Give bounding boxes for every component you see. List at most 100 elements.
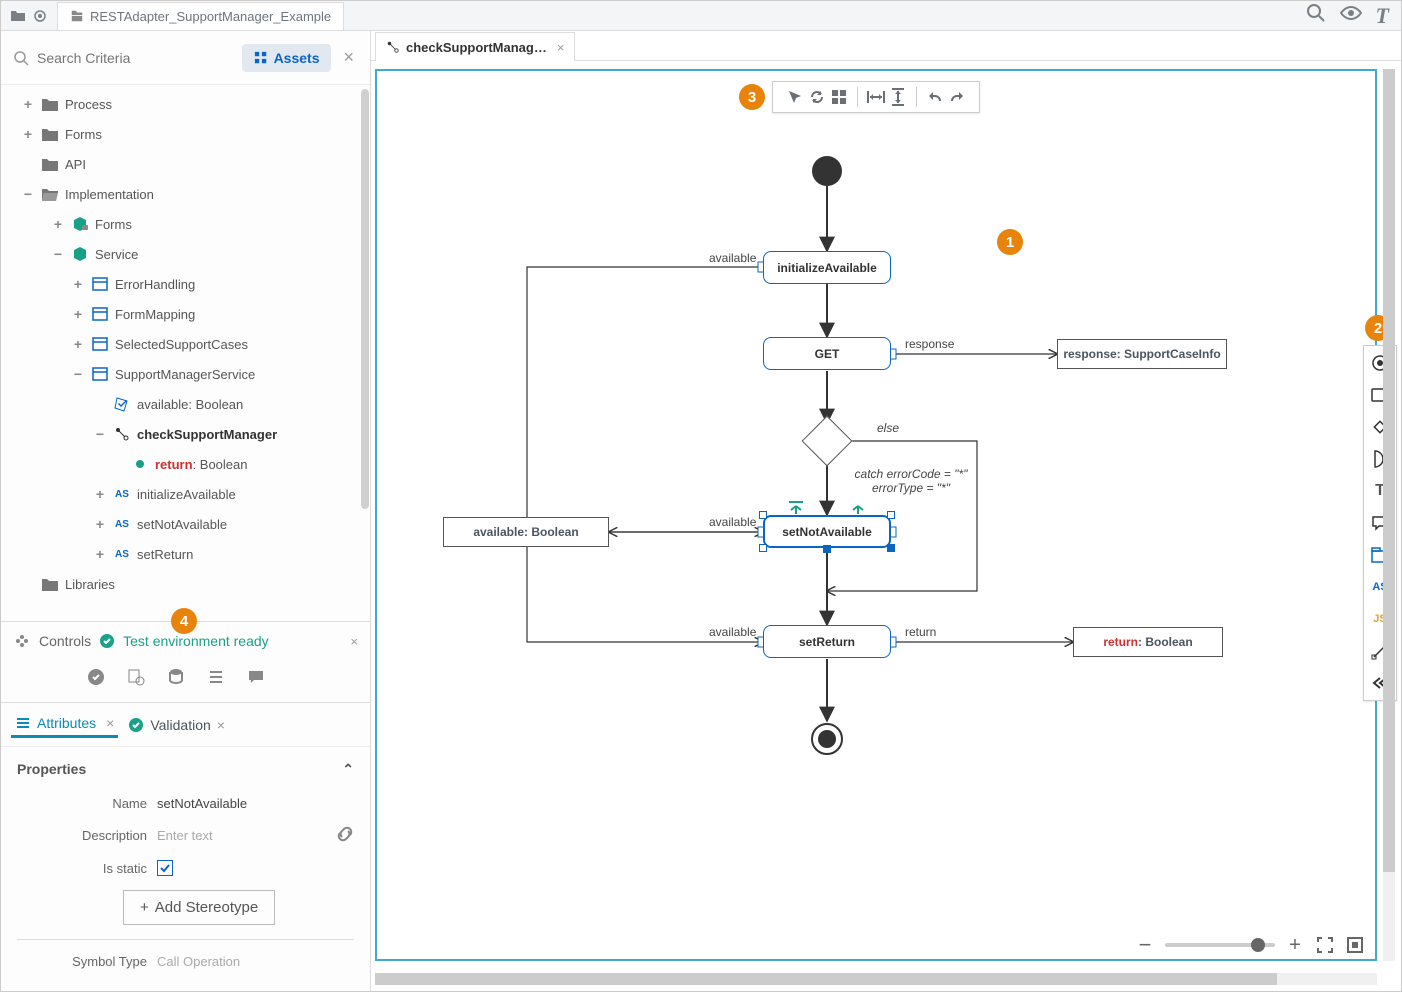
tree-service[interactable]: − Service [1,239,370,269]
expand-icon[interactable]: + [21,96,35,112]
expand-icon[interactable]: + [93,486,107,502]
tree-label: FormMapping [115,307,195,322]
expand-icon[interactable]: + [93,546,107,562]
expand-icon[interactable]: + [21,126,35,142]
zoom-slider[interactable] [1165,943,1275,947]
checkbox[interactable] [157,860,173,876]
flow-diagram: initializeAvailable GET setNotAvailable … [377,71,1375,959]
node-label: initializeAvailable [777,261,877,275]
properties-header[interactable]: Properties ⌃ [17,761,354,778]
search-input[interactable] [37,50,234,66]
tree-sm-service[interactable]: − SupportManagerService [1,359,370,389]
tree-check-sm[interactable]: − checkSupportManager [1,419,370,449]
folder-icon[interactable] [7,5,29,27]
project-icon [70,9,84,23]
return-icon [131,455,149,473]
node-label: setNotAvailable [782,525,872,539]
selection-handle[interactable] [887,544,895,552]
node-set-return[interactable]: setReturn [763,625,891,658]
zoom-in-icon[interactable]: + [1285,935,1305,955]
collapse-icon[interactable]: − [71,366,85,382]
search-bar: Assets × [1,31,370,85]
tab-label: checkSupportManag… [406,40,547,55]
comment-icon[interactable] [247,668,267,688]
tree-scrollbar[interactable] [361,89,369,509]
gear-icon[interactable] [29,5,51,27]
zoom-out-icon[interactable]: − [1135,935,1155,955]
expand-icon[interactable]: + [71,306,85,322]
list-icon[interactable] [207,668,227,688]
tree-process[interactable]: + Process [1,89,370,119]
diagram-canvas[interactable]: 3 [375,69,1377,961]
tree-label: checkSupportManager [137,427,277,442]
tree-forms[interactable]: + Forms [1,119,370,149]
assets-button[interactable]: Assets [242,44,332,72]
node-get[interactable]: GET [763,337,891,370]
tree-set-not-available[interactable]: + AS setNotAvailable [1,509,370,539]
close-icon[interactable]: × [557,40,565,55]
horizontal-scrollbar[interactable] [375,973,1377,985]
tab-validation[interactable]: Validation × [124,713,229,737]
tree-set-return[interactable]: + AS setReturn [1,539,370,569]
add-stereotype-button[interactable]: + Add Stereotype [123,890,275,925]
pin-return[interactable]: return: Boolean [1073,627,1223,657]
fit-icon[interactable] [1345,935,1365,955]
expand-icon[interactable]: + [71,336,85,352]
inspect-icon[interactable] [127,668,147,688]
search-icon[interactable] [1306,3,1326,29]
collapse-icon[interactable]: − [21,186,35,202]
connect-arrow-icon[interactable] [849,501,867,515]
selection-handle[interactable] [759,511,767,519]
scrollbar-thumb[interactable] [1383,69,1395,872]
tree-error-handling[interactable]: + ErrorHandling [1,269,370,299]
validate-icon[interactable] [87,668,107,688]
text-style-icon[interactable]: T [1376,3,1389,29]
scrollbar-thumb[interactable] [375,973,1277,985]
connect-arrow-icon[interactable] [787,501,805,515]
eye-icon[interactable] [1340,3,1362,29]
project-tab[interactable]: RESTAdapter_SupportManager_Example [57,2,344,30]
tree-available-attr[interactable]: available: Boolean [1,389,370,419]
project-tab-label: RESTAdapter_SupportManager_Example [90,9,331,24]
tree-api[interactable]: API [1,149,370,179]
action-script-icon: AS [113,485,131,503]
prop-value[interactable]: setNotAvailable [157,796,354,811]
tree-label: Forms [95,217,132,232]
tree-label: initializeAvailable [137,487,236,502]
tree-form-mapping[interactable]: + FormMapping [1,299,370,329]
link-icon[interactable] [336,825,354,846]
zoom-thumb[interactable] [1251,938,1265,952]
database-icon[interactable] [167,668,187,688]
tree-selected-cases[interactable]: + SelectedSupportCases [1,329,370,359]
pin-available[interactable]: available: Boolean [443,517,609,547]
close-icon[interactable]: × [339,43,358,72]
collapse-icon[interactable]: − [93,426,107,442]
fullscreen-icon[interactable] [1315,935,1335,955]
tree-return[interactable]: return: Boolean [1,449,370,479]
pin-response[interactable]: response: SupportCaseInfo [1057,339,1227,369]
control-icons-row [1,660,370,702]
tree-init-available[interactable]: + AS initializeAvailable [1,479,370,509]
test-env-status[interactable]: Test environment ready [123,633,269,649]
editor-tab[interactable]: checkSupportManag… × [375,32,575,61]
node-initialize-available[interactable]: initializeAvailable [763,251,891,284]
selection-handle[interactable] [887,511,895,519]
tree-impl-forms[interactable]: + Forms [1,209,370,239]
expand-icon[interactable]: + [93,516,107,532]
close-icon[interactable]: × [106,715,114,731]
selection-handle[interactable] [823,545,831,553]
close-icon[interactable]: × [217,717,225,733]
close-icon[interactable]: × [350,634,358,649]
selection-handle[interactable] [759,544,767,552]
expand-icon[interactable]: + [51,216,65,232]
vertical-scrollbar[interactable] [1383,69,1395,961]
button-label: Add Stereotype [155,899,258,916]
prop-value[interactable]: Enter text [157,828,326,843]
node-set-not-available[interactable]: setNotAvailable [763,515,891,548]
tree-implementation[interactable]: − Implementation [1,179,370,209]
tree-libraries[interactable]: Libraries [1,569,370,599]
collapse-icon[interactable]: − [51,246,65,262]
tab-attributes[interactable]: Attributes × [11,711,118,738]
expand-icon[interactable]: + [71,276,85,292]
chevron-up-icon[interactable]: ⌃ [342,761,354,778]
